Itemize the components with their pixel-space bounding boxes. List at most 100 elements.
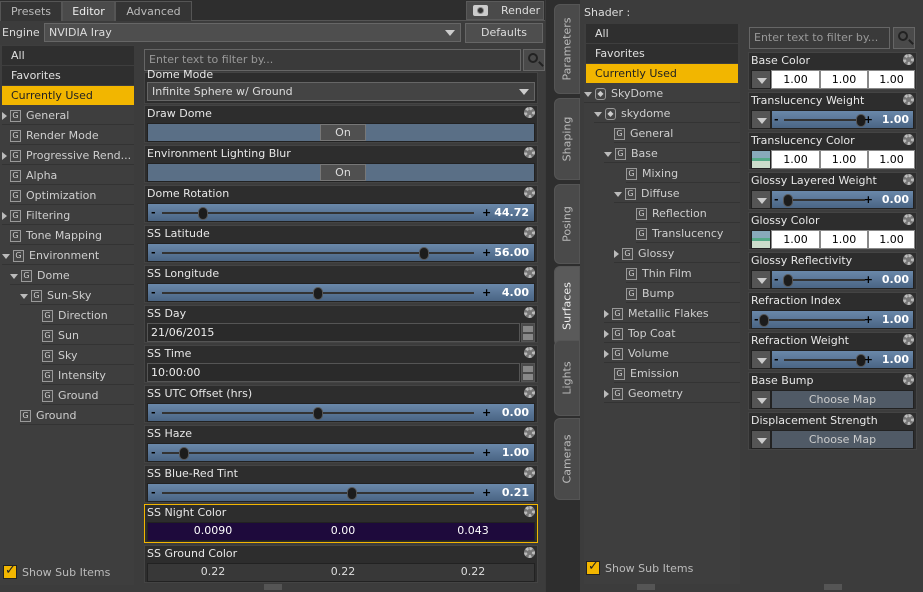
refraction-index-slider[interactable]: - +1.00	[751, 310, 914, 329]
tree-item-geometry[interactable]: G Geometry	[604, 384, 740, 403]
tree-item-reflection[interactable]: G Reflection	[636, 204, 740, 223]
slider-value[interactable]: 0.00	[882, 193, 909, 206]
dome-rotation-slider[interactable]: - +44.72	[147, 203, 535, 222]
tab-parameters[interactable]: Parameters	[554, 4, 580, 94]
base-bump-choose-map[interactable]: Choose Map	[771, 390, 914, 409]
gear-icon[interactable]	[903, 214, 914, 225]
slider-knob[interactable]	[347, 487, 358, 500]
color-r-value[interactable]: 0.22	[158, 565, 268, 578]
cat-all[interactable]: All	[2, 46, 134, 65]
tree-item-dome[interactable]: G Dome	[10, 266, 134, 285]
gear-icon[interactable]	[903, 294, 914, 305]
gear-icon[interactable]	[903, 414, 914, 425]
map-dropdown[interactable]	[751, 270, 771, 289]
slider-value[interactable]: 4.00	[502, 286, 529, 299]
refraction-weight-slider[interactable]: - +1.00	[771, 350, 914, 369]
tree-item-progressive[interactable]: G Progressive Rend...	[2, 146, 134, 165]
ss-latitude-slider[interactable]: - +56.00	[147, 243, 535, 262]
tree-item-sun-sky[interactable]: G Sun-Sky	[20, 286, 134, 305]
color-b-value[interactable]: 1.00	[868, 150, 915, 169]
gear-icon[interactable]	[903, 254, 914, 265]
slider-knob[interactable]	[419, 247, 430, 260]
gear-icon[interactable]	[524, 227, 535, 238]
color-b-value[interactable]: 1.00	[868, 230, 915, 249]
texture-map-icon[interactable]	[751, 150, 771, 169]
cat-currently-used[interactable]: Currently Used	[586, 64, 738, 83]
tree-item-optimization[interactable]: G Optimization	[10, 186, 134, 205]
engine-select[interactable]: NVIDIA Iray	[44, 23, 461, 42]
color-g-value[interactable]: 0.22	[288, 565, 398, 578]
left-scroll-grip[interactable]	[264, 584, 282, 590]
ss-utc-slider[interactable]: - +0.00	[147, 403, 535, 422]
tree-item-alpha[interactable]: G Alpha	[10, 166, 134, 185]
gear-icon[interactable]	[524, 107, 535, 118]
map-dropdown[interactable]	[751, 390, 771, 409]
draw-dome-toggle[interactable]: On	[147, 123, 535, 142]
tree-item-skydome-figure[interactable]: ◆ SkyDome	[584, 84, 740, 103]
tree-item-glossy[interactable]: G Glossy	[614, 244, 740, 263]
color-g-value[interactable]: 0.00	[288, 524, 398, 537]
tree-item-ground-sub[interactable]: G Ground	[42, 386, 134, 405]
color-r-value[interactable]: 1.00	[771, 230, 820, 249]
tree-item-emission[interactable]: G Emission	[614, 364, 740, 383]
ss-day-field[interactable]: 21/06/2015	[147, 323, 520, 342]
right-search-button[interactable]	[893, 27, 915, 49]
slider-knob[interactable]	[313, 287, 323, 300]
slider-knob[interactable]	[178, 447, 189, 460]
tree-item-top-coat[interactable]: G Top Coat	[604, 324, 740, 343]
tab-presets[interactable]: Presets	[0, 1, 62, 21]
color-r-value[interactable]: 1.00	[771, 70, 820, 89]
gear-icon[interactable]	[524, 387, 535, 398]
tree-item-sky[interactable]: G Sky	[42, 346, 134, 365]
gear-icon[interactable]	[524, 267, 535, 278]
ss-day-spinner[interactable]	[521, 323, 535, 342]
tree-item-sun[interactable]: G Sun	[42, 326, 134, 345]
glossy-reflectivity-slider[interactable]: - +0.00	[771, 270, 914, 289]
right-scroll-grip[interactable]	[637, 584, 655, 590]
tree-item-intensity[interactable]: G Intensity	[42, 366, 134, 385]
ss-longitude-slider[interactable]: - +4.00	[147, 283, 535, 302]
map-dropdown[interactable]	[751, 110, 771, 129]
tab-cameras[interactable]: Cameras	[554, 418, 580, 500]
slider-value[interactable]: 44.72	[494, 206, 529, 219]
cat-currently-used[interactable]: Currently Used	[2, 86, 134, 105]
ss-haze-slider[interactable]: - +1.00	[147, 443, 535, 462]
gear-icon[interactable]	[524, 307, 535, 318]
gear-icon[interactable]	[524, 427, 535, 438]
tree-item-skydome[interactable]: ◆ skydome	[594, 104, 740, 123]
color-b-value[interactable]: 0.22	[418, 565, 528, 578]
tree-item-diffuse[interactable]: G Diffuse	[614, 184, 740, 203]
gear-icon[interactable]	[524, 187, 535, 198]
gear-icon[interactable]	[903, 54, 914, 65]
tree-item-general[interactable]: G General	[614, 124, 740, 143]
ss-time-field[interactable]: 10:00:00	[147, 363, 520, 382]
ss-ground-color-field[interactable]: 0.22 0.22 0.22	[147, 563, 535, 582]
slider-value[interactable]: 1.00	[882, 353, 909, 366]
tab-advanced[interactable]: Advanced	[115, 1, 192, 21]
show-sub-items-checkbox-right[interactable]	[586, 559, 600, 575]
slider-value[interactable]: 0.21	[502, 486, 529, 499]
tree-item-thin-film[interactable]: G Thin Film	[626, 264, 740, 283]
cat-favorites[interactable]: Favorites	[586, 44, 738, 63]
slider-knob[interactable]	[197, 207, 208, 220]
ss-tint-slider[interactable]: - +0.21	[147, 483, 535, 502]
texture-map-icon[interactable]	[751, 230, 771, 249]
tree-item-mixing[interactable]: G Mixing	[626, 164, 740, 183]
color-g-value[interactable]: 1.00	[820, 230, 868, 249]
gear-icon[interactable]	[903, 174, 914, 185]
tree-item-volume[interactable]: G Volume	[604, 344, 740, 363]
right-filter-input[interactable]: Enter text to filter by...	[749, 27, 890, 49]
slider-knob[interactable]	[783, 274, 794, 287]
tab-surfaces[interactable]: Surfaces	[554, 266, 580, 346]
slider-value[interactable]: 1.00	[502, 446, 529, 459]
slider-value[interactable]: 1.00	[882, 313, 909, 326]
left-search-button[interactable]	[523, 49, 545, 71]
render-button[interactable]: Render	[466, 1, 544, 20]
slider-knob[interactable]	[759, 314, 769, 327]
cat-favorites[interactable]: Favorites	[2, 66, 134, 85]
show-sub-items-checkbox[interactable]	[3, 563, 17, 579]
gear-icon[interactable]	[903, 134, 914, 145]
tree-item-bump[interactable]: G Bump	[626, 284, 740, 303]
tree-item-environment[interactable]: G Environment	[2, 246, 134, 265]
gear-icon[interactable]	[903, 374, 914, 385]
